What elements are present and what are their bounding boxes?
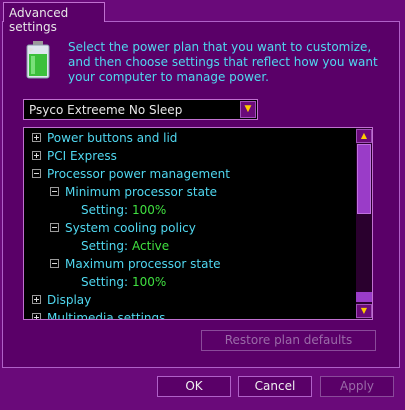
tree-item-power-buttons[interactable]: Power buttons and lid — [32, 129, 177, 147]
tree-item-label: System cooling policy — [65, 221, 196, 235]
tree-item-label: Processor power management — [47, 167, 230, 181]
scroll-thumb[interactable] — [357, 144, 371, 214]
expand-plus-icon[interactable] — [32, 312, 41, 319]
tree-item-processor-power[interactable]: Processor power management — [32, 165, 230, 183]
setting-row-min-state[interactable]: Setting: 100% — [81, 201, 166, 219]
scroll-track-marker — [356, 292, 372, 302]
tree-item-label: Minimum processor state — [65, 185, 218, 199]
tree-item-display[interactable]: Display — [32, 291, 91, 309]
apply-button[interactable]: Apply — [320, 376, 394, 397]
expand-plus-icon[interactable] — [32, 150, 41, 160]
cancel-button[interactable]: Cancel — [238, 376, 312, 397]
setting-label: Setting: — [81, 275, 129, 289]
ok-button[interactable]: OK — [157, 376, 231, 397]
setting-value[interactable]: 100% — [132, 275, 166, 289]
tree-item-label: Maximum processor state — [65, 257, 221, 271]
tree-item-label: Power buttons and lid — [47, 131, 178, 145]
intro-text: Select the power plan that you want to c… — [68, 40, 378, 84]
tree-item-label: PCI Express — [47, 149, 117, 163]
setting-label: Setting: — [81, 203, 129, 217]
setting-row-cooling[interactable]: Setting: Active — [81, 237, 169, 255]
scroll-down-icon[interactable]: ▼ — [356, 304, 372, 318]
collapse-minus-icon[interactable] — [50, 222, 59, 232]
tree-item-cooling-policy[interactable]: System cooling policy — [50, 219, 196, 237]
tree-item-min-processor-state[interactable]: Minimum processor state — [50, 183, 217, 201]
setting-label: Setting: — [81, 239, 129, 253]
setting-value[interactable]: Active — [132, 239, 169, 253]
restore-plan-defaults-button[interactable]: Restore plan defaults — [201, 330, 376, 351]
battery-power-icon — [26, 41, 50, 79]
expand-plus-icon[interactable] — [32, 294, 41, 304]
dropdown-arrow-icon[interactable]: ▼ — [240, 101, 256, 118]
power-plan-value: Psyco Extreeme No Sleep — [29, 103, 183, 117]
power-plan-select[interactable]: Psyco Extreeme No Sleep ▼ — [23, 99, 258, 120]
tree-item-label: Multimedia settings — [47, 311, 166, 320]
tab-advanced-settings[interactable]: Advanced settings — [3, 2, 105, 34]
settings-tree[interactable]: Power buttons and lid PCI Express Proces… — [23, 127, 373, 320]
tree-item-max-processor-state[interactable]: Maximum processor state — [50, 255, 221, 273]
tree-item-label: Display — [47, 293, 92, 307]
collapse-minus-icon[interactable] — [32, 168, 41, 178]
expand-plus-icon[interactable] — [32, 132, 41, 142]
tree-item-pci-express[interactable]: PCI Express — [32, 147, 117, 165]
setting-value[interactable]: 100% — [132, 203, 166, 217]
tree-scrollbar[interactable]: ▲ ▼ — [356, 128, 372, 319]
collapse-minus-icon[interactable] — [50, 258, 59, 268]
setting-row-max-state[interactable]: Setting: 100% — [81, 273, 166, 291]
tree-item-multimedia[interactable]: Multimedia settings — [32, 309, 166, 320]
collapse-minus-icon[interactable] — [50, 186, 59, 196]
scroll-up-icon[interactable]: ▲ — [356, 129, 372, 143]
